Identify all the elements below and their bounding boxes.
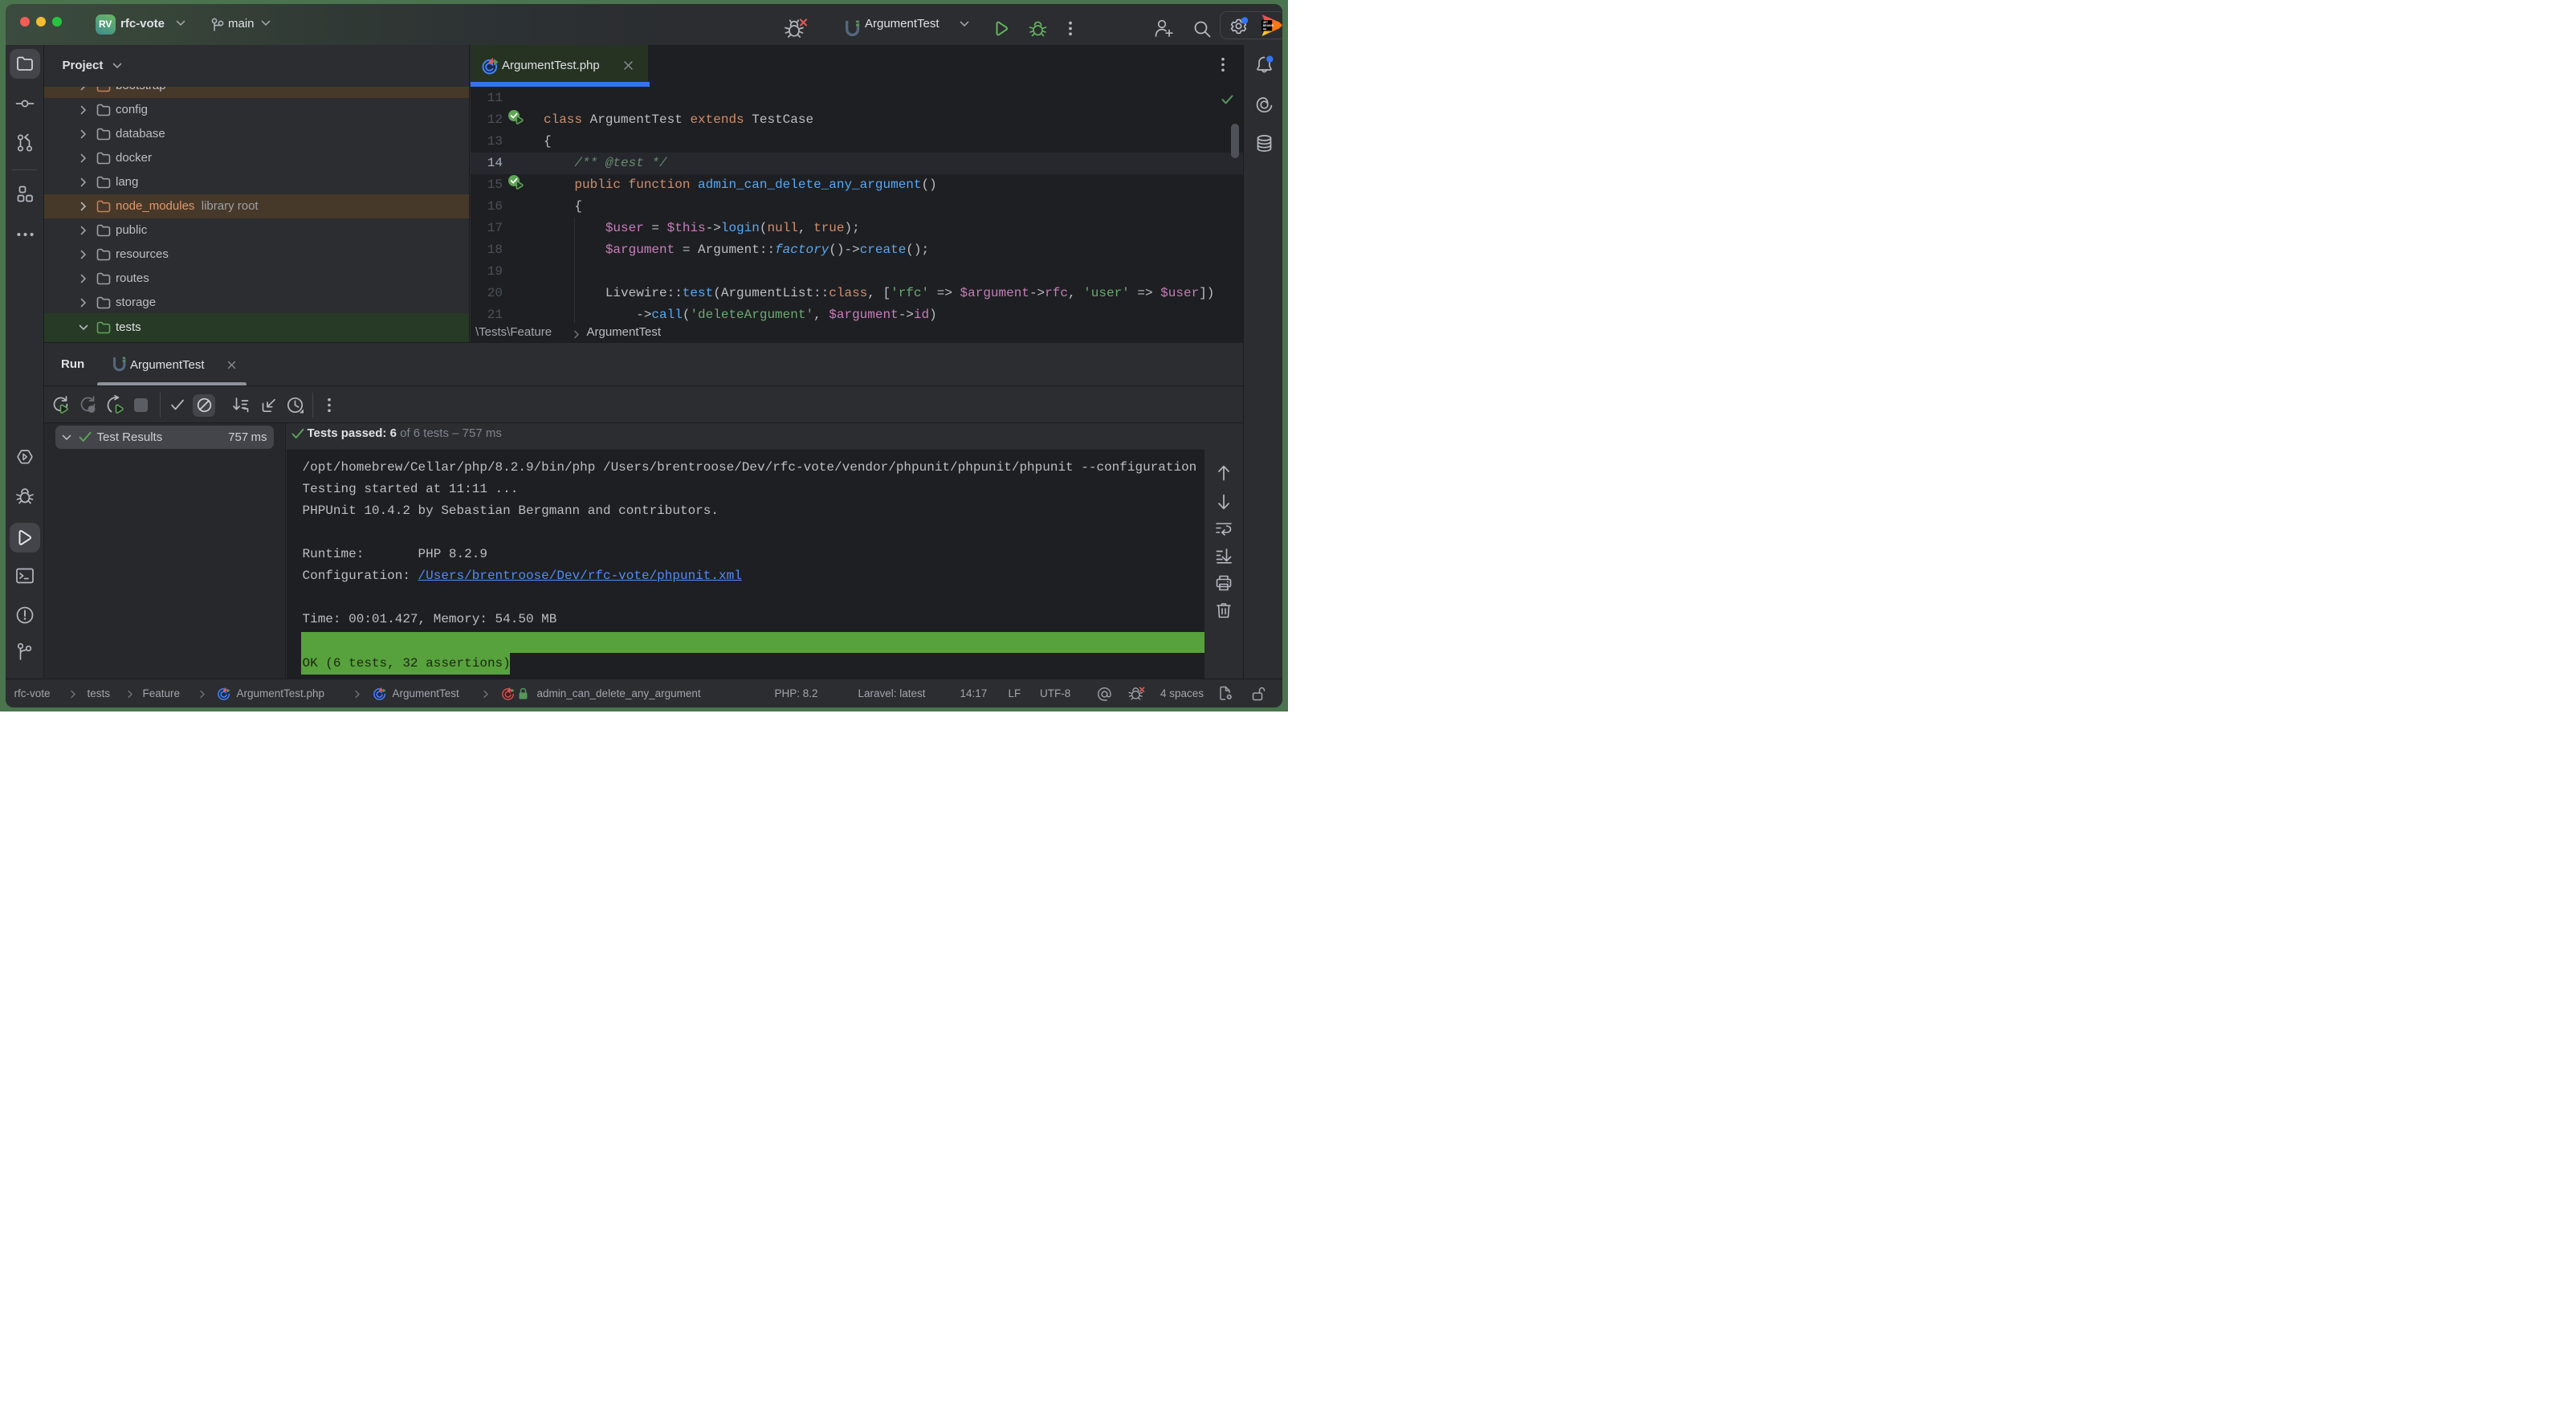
- svg-text:BRAINS: BRAINS: [1263, 24, 1274, 27]
